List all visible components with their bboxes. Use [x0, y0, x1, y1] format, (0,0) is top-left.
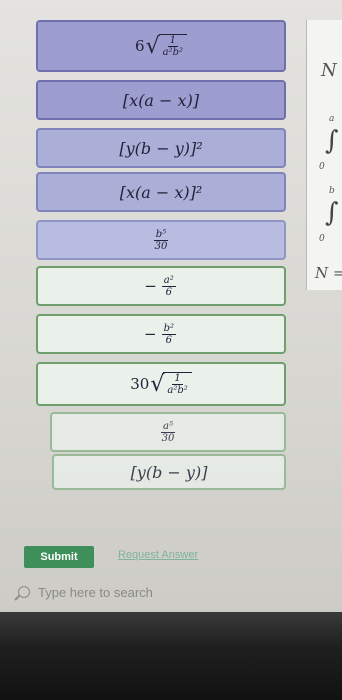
fraction: a⁵ 30 [160, 421, 177, 444]
option-y-b-minus-y[interactable]: [y(b − y)] [52, 454, 286, 490]
denominator: 6 [165, 334, 172, 346]
option-a5-over-30[interactable]: a⁵ 30 [50, 412, 286, 452]
option-b5-over-30[interactable]: b⁵ 30 [36, 220, 286, 260]
option-coefficient: 30 [130, 375, 150, 393]
screen-photo: 6 √ 1 a²b² [x(a − x)] [y(b − y)]² [x(a −… [0, 0, 342, 700]
fraction: 1 a²b² [161, 35, 185, 58]
numerator: 1 [172, 373, 183, 385]
n-equals-label: N = [315, 264, 342, 282]
sqrt-expression: √ 1 a²b² [150, 371, 192, 397]
sqrt-symbol: √ [150, 371, 165, 397]
equation-panel: N a ∫ 0 b ∫ 0 N = [306, 20, 342, 290]
option-x-a-minus-x[interactable]: [x(a − x)] [36, 80, 286, 120]
option-coefficient: 6 [135, 37, 145, 55]
denominator: a²b² [162, 47, 183, 58]
option-6-sqrt[interactable]: 6 √ 1 a²b² [36, 20, 286, 72]
fraction: 1 a²b² [165, 373, 189, 396]
numerator: b⁵ [153, 228, 169, 241]
integral-sign: ∫ [325, 198, 339, 228]
option-neg-a2-over-6[interactable]: − a² 6 [36, 266, 286, 306]
fraction: b² 6 [161, 322, 176, 346]
denominator: a²b² [167, 385, 188, 396]
option-expression: [y(b − y)]² [119, 138, 203, 158]
denominator: 6 [165, 286, 172, 298]
numerator: b² [161, 322, 176, 335]
option-neg-b2-over-6[interactable]: − b² 6 [36, 314, 286, 354]
option-30-sqrt[interactable]: 30 √ 1 a²b² [36, 362, 286, 406]
search-placeholder: Type here to search [38, 584, 153, 600]
integral-sign: ∫ [325, 126, 339, 156]
upper-limit-a: a [329, 114, 335, 124]
numerator: a² [161, 274, 176, 287]
fraction: a² 6 [161, 274, 176, 298]
denominator: 30 [161, 432, 175, 444]
numerator: 1 [167, 35, 178, 47]
denominator: 30 [154, 240, 168, 252]
taskbar-search[interactable]: Type here to search [18, 582, 198, 602]
submit-button[interactable]: Submit [24, 546, 94, 568]
search-icon [18, 586, 30, 598]
upper-limit-b: b [329, 186, 335, 196]
option-y-b-minus-y-squared[interactable]: [y(b − y)]² [36, 128, 286, 168]
sqrt-symbol: √ [145, 33, 160, 59]
minus-sign: − [144, 325, 157, 343]
lower-limit-0: 0 [319, 234, 325, 244]
option-expression: [x(a − x)] [122, 90, 200, 110]
sqrt-expression: √ 1 a²b² [146, 34, 187, 59]
request-answer-link[interactable]: Request Answer [118, 549, 198, 561]
monitor-bezel [0, 612, 342, 700]
n-label: N [321, 60, 337, 81]
minus-sign: − [144, 277, 157, 295]
lower-limit-0: 0 [319, 162, 325, 172]
option-expression: [x(a − x)]² [119, 182, 203, 202]
option-expression: [y(b − y)] [130, 462, 208, 482]
numerator: a⁵ [161, 420, 175, 433]
option-x-a-minus-x-squared[interactable]: [x(a − x)]² [36, 172, 286, 212]
fraction: b⁵ 30 [153, 229, 170, 252]
